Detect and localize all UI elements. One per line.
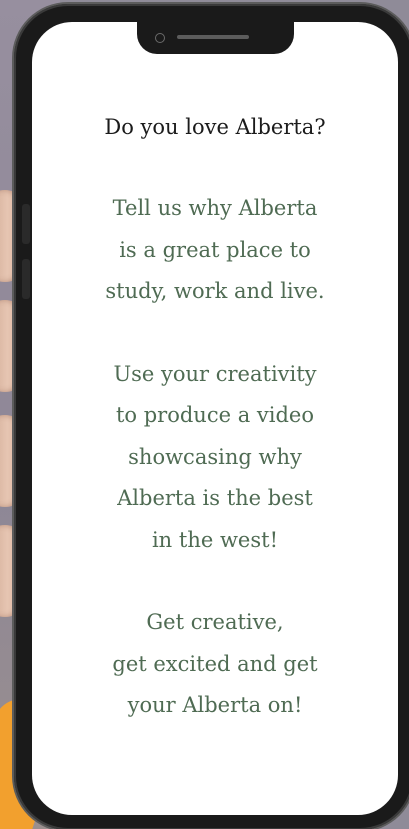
headline: Do you love Alberta? xyxy=(104,115,326,139)
paragraph-line: Alberta is the best xyxy=(117,486,313,510)
volume-button xyxy=(22,259,30,299)
message-content: Do you love Alberta? Tell us why Alberta… xyxy=(32,112,398,727)
paragraph: Use your creativity to produce a video s… xyxy=(32,354,398,562)
paragraph-line: to produce a video xyxy=(115,403,314,427)
volume-button xyxy=(22,204,30,244)
paragraph: Tell us why Alberta is a great place to … xyxy=(32,188,398,313)
paragraph-line: study, work and live. xyxy=(105,279,325,303)
paragraph-line: showcasing why xyxy=(128,444,302,469)
camera-icon xyxy=(155,33,165,43)
paragraph-line: Get creative, xyxy=(146,610,284,634)
paragraph-line: in the west! xyxy=(151,527,279,552)
paragraph-line: your Alberta on! xyxy=(127,693,303,717)
paragraph-line: Tell us why Alberta xyxy=(112,196,318,220)
paragraph-line: is a great place to xyxy=(119,237,311,262)
paragraph: Get creative, get excited and get your A… xyxy=(32,602,398,727)
paragraph-line: get excited and get xyxy=(112,651,318,676)
phone-screen: Do you love Alberta? Tell us why Alberta… xyxy=(32,22,398,815)
phone-notch xyxy=(137,14,294,54)
paragraph-line: Use your creativity xyxy=(113,361,317,386)
speaker-grille xyxy=(177,35,249,39)
